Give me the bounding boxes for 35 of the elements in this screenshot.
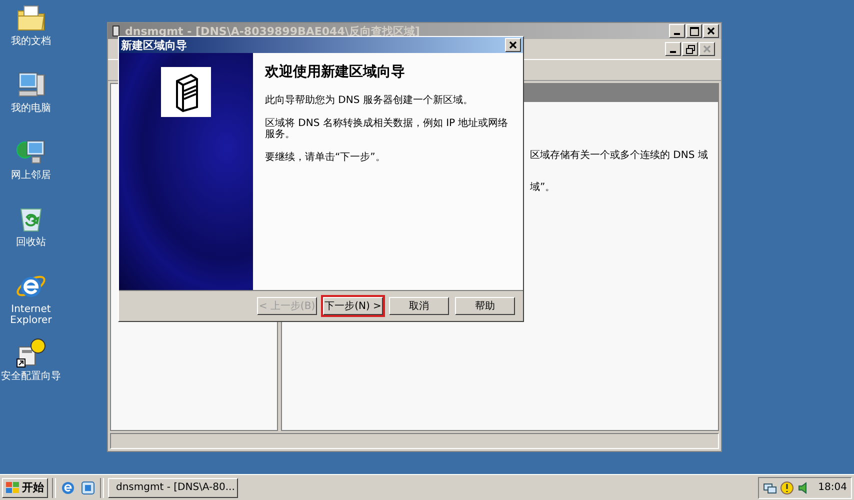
desktop-icon-label[interactable]: Internet Explorer <box>1 304 61 326</box>
desktop-icon-label[interactable]: 安全配置向导 <box>1 371 61 382</box>
close-icon <box>703 45 711 53</box>
wizard-text: 区域将 DNS 名称转换成相关数据，例如 IP 地址或网络服务。 <box>265 118 510 140</box>
wizard-button[interactable]: 取消 <box>389 297 449 315</box>
restore-icon <box>686 44 694 54</box>
start-button[interactable]: 开始 <box>2 478 48 498</box>
close-button[interactable] <box>505 38 521 52</box>
close-icon <box>509 41 517 49</box>
windows-logo-icon <box>6 482 20 494</box>
clock: 18:04 <box>818 482 847 493</box>
wizard-button[interactable]: 下一步(N) > <box>323 297 383 315</box>
network-icon[interactable] <box>763 480 778 494</box>
server-icon <box>110 25 122 37</box>
taskbar-button[interactable]: dnsmgmt - [DNS\A-80... <box>108 478 238 498</box>
dialog-title: 新建区域向导 <box>121 38 187 52</box>
wizard-text: 此向导帮助您为 DNS 服务器创建一个新区域。 <box>265 95 474 106</box>
browser-icon[interactable] <box>60 480 76 496</box>
minimize-button[interactable] <box>665 42 681 56</box>
wizard-icon[interactable] <box>15 337 47 369</box>
desktop-icon-label[interactable]: 网上邻居 <box>1 170 61 181</box>
desktop-icon-label[interactable]: 我的文档 <box>1 36 61 47</box>
close-button[interactable] <box>699 42 715 56</box>
desktop-icon-label[interactable]: 我的电脑 <box>1 103 61 114</box>
wizard-button[interactable]: 帮助 <box>455 297 515 315</box>
wizard-heading: 欢迎使用新建区域向导 <box>265 63 406 81</box>
description-text: 区域存储有关一个或多个连续的 DNS 域 <box>530 148 709 162</box>
desktop-icon[interactable] <box>80 480 96 496</box>
restore-button[interactable] <box>682 42 698 56</box>
desktop-icon-label[interactable]: 回收站 <box>1 237 61 248</box>
wizard-text: 要继续，请单击“下一步”。 <box>265 152 386 163</box>
description-text: 域”。 <box>530 180 556 194</box>
close-icon <box>707 27 715 35</box>
server-icon <box>161 67 211 117</box>
maximize-icon <box>690 26 698 36</box>
